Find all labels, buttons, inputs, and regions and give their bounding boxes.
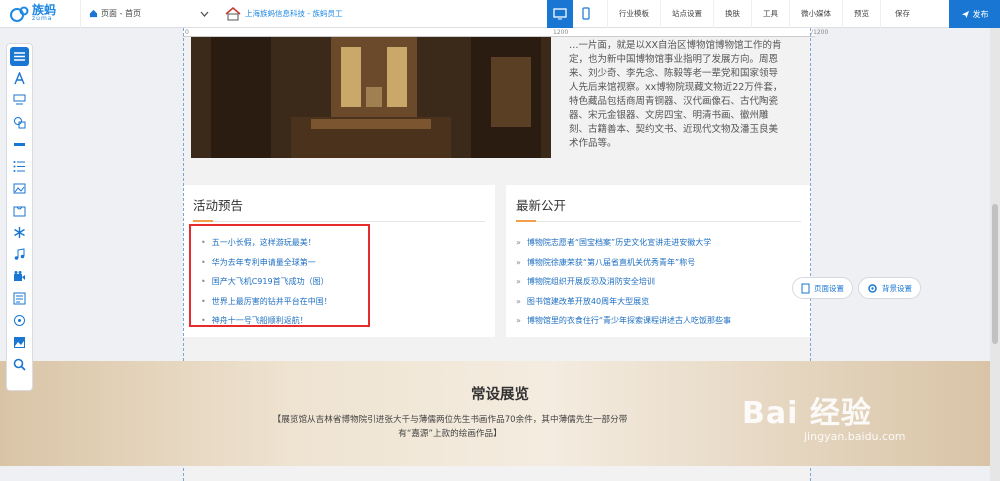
- text-tool[interactable]: [10, 69, 29, 88]
- divider-tool[interactable]: [10, 135, 29, 154]
- gallery-icon: [13, 183, 26, 194]
- shape-icon: [14, 117, 26, 129]
- product-tool[interactable]: [10, 201, 29, 220]
- page-settings-button[interactable]: 页面设置: [792, 277, 853, 299]
- horizontal-ruler: 0 1200 /1200: [183, 28, 828, 37]
- brand-logo[interactable]: 族蚂 zuma: [0, 3, 80, 23]
- page-selector-label: 页面 - 首页: [101, 9, 141, 18]
- list-item[interactable]: » 博物院志愿者“国宝档案”历史文化宣讲走进安徽大学: [516, 233, 731, 253]
- site-label: 上海族蚂信息科技 - 族蚂员工: [245, 9, 343, 18]
- site-link[interactable]: 上海族蚂信息科技 - 族蚂员工: [215, 6, 547, 21]
- chevron-down-icon: [200, 11, 209, 17]
- watermark-url: jingyan.baidu.com: [804, 430, 906, 443]
- title-underline: [193, 220, 213, 222]
- baidu-watermark: Bai 经验 jingyan.baidu.com: [742, 388, 906, 443]
- news-title: 最新公开: [516, 198, 567, 213]
- picture-icon: [14, 337, 25, 348]
- museum-hall-illustration: [191, 37, 551, 158]
- house-icon: [225, 6, 241, 20]
- menu-save[interactable]: 保存: [880, 0, 924, 28]
- disc-icon: [14, 315, 25, 326]
- vertical-scrollbar[interactable]: [990, 28, 1000, 481]
- news-card: 最新公开 » 博物院志愿者“国宝档案”历史文化宣讲走进安徽大学 » 博物院徐康荣获“…: [506, 185, 811, 337]
- menu-skin[interactable]: 换肤: [713, 0, 751, 28]
- send-icon: [961, 10, 969, 18]
- desktop-view-button[interactable]: [547, 0, 573, 28]
- video-camera-icon: [14, 271, 25, 281]
- ruler-start: 0: [185, 29, 189, 36]
- video-tool[interactable]: [10, 267, 29, 286]
- bag-icon: [13, 206, 26, 217]
- background-settings-label: 背景设置: [882, 283, 912, 293]
- museum-intro-text: …一片面，就是以XX自治区博物馆博物馆工作的肯定，也为新中国博物馆事业指明了发展…: [569, 40, 783, 149]
- highlight-box: [189, 224, 370, 327]
- image-text-tool[interactable]: [10, 91, 29, 110]
- watermark-logo: Bai 经验: [742, 396, 872, 431]
- text-icon: [14, 72, 25, 85]
- music-icon: [14, 248, 25, 260]
- list-item[interactable]: » 图书馆建改革开放40周年大型展览: [516, 292, 731, 312]
- ruler-mark: 1200: [553, 29, 569, 36]
- publish-button[interactable]: 发布: [949, 0, 1000, 28]
- page-settings-label: 页面设置: [814, 283, 844, 293]
- document-icon: [801, 283, 810, 293]
- list-item[interactable]: » 博物院徐康荣获“第八届省直机关优秀青年”称号: [516, 253, 731, 273]
- list-module-tool[interactable]: [10, 157, 29, 176]
- divider-icon: [14, 143, 25, 146]
- snowflake-icon: [14, 227, 25, 238]
- shape-tool[interactable]: [10, 113, 29, 132]
- page-selector[interactable]: 页面 - 首页: [80, 0, 215, 28]
- menu-micro-media[interactable]: 微小媒体: [789, 0, 842, 28]
- widget-tool[interactable]: [10, 223, 29, 242]
- image-text-icon: [13, 94, 26, 105]
- list-icon: [14, 52, 25, 61]
- brand-sub: zuma: [32, 15, 53, 22]
- news-list: » 博物院志愿者“国宝档案”历史文化宣讲走进安徽大学 » 博物院徐康荣获“第八届省直…: [516, 233, 731, 331]
- menu-templates[interactable]: 行业模板: [607, 0, 660, 28]
- list-item[interactable]: » 博物院组织开展反恐及消防安全培训: [516, 272, 731, 292]
- title-underline: [516, 220, 536, 222]
- list-item[interactable]: » 博物馆里的衣食住行“青少年探索课程讲述古人吃饭那些事: [516, 311, 731, 331]
- ant-logo-icon: [10, 5, 32, 23]
- top-toolbar: 族蚂 zuma 页面 - 首页 上海族蚂信息科技 - 族蚂员工 行业模板 站点设…: [0, 0, 1000, 28]
- gear-icon: [868, 283, 877, 293]
- publish-label: 发布: [972, 9, 989, 19]
- banner-description: 【展览馆从吉林省博物院引进张大千与薄儒两位先生书画作品70余件，其中薄儒先生一部…: [272, 415, 628, 439]
- ruler-end: /1200: [811, 29, 829, 36]
- museum-interior-image[interactable]: [191, 37, 551, 158]
- menu-tools[interactable]: 工具: [751, 0, 789, 28]
- home-icon: [89, 9, 98, 18]
- brand-name: 族蚂: [32, 3, 57, 17]
- mobile-icon: [582, 7, 590, 20]
- menu-preview[interactable]: 预览: [842, 0, 880, 28]
- form-icon: [13, 292, 26, 305]
- media-tool[interactable]: [10, 311, 29, 330]
- component-toolbox: [6, 43, 33, 391]
- scrollbar-thumb[interactable]: [992, 204, 998, 344]
- menu-site-settings[interactable]: 站点设置: [660, 0, 713, 28]
- list-tool[interactable]: [10, 47, 29, 66]
- activities-title: 活动预告: [193, 198, 244, 213]
- bullet-list-icon: [13, 161, 25, 172]
- desktop-icon: [553, 7, 567, 19]
- music-tool[interactable]: [10, 245, 29, 264]
- form-tool[interactable]: [10, 289, 29, 308]
- picture-tool[interactable]: [10, 333, 29, 352]
- mobile-view-button[interactable]: [573, 0, 599, 28]
- background-settings-button[interactable]: 背景设置: [858, 277, 921, 299]
- gallery-tool[interactable]: [10, 179, 29, 198]
- search-icon: [13, 358, 26, 371]
- search-tool[interactable]: [10, 355, 29, 374]
